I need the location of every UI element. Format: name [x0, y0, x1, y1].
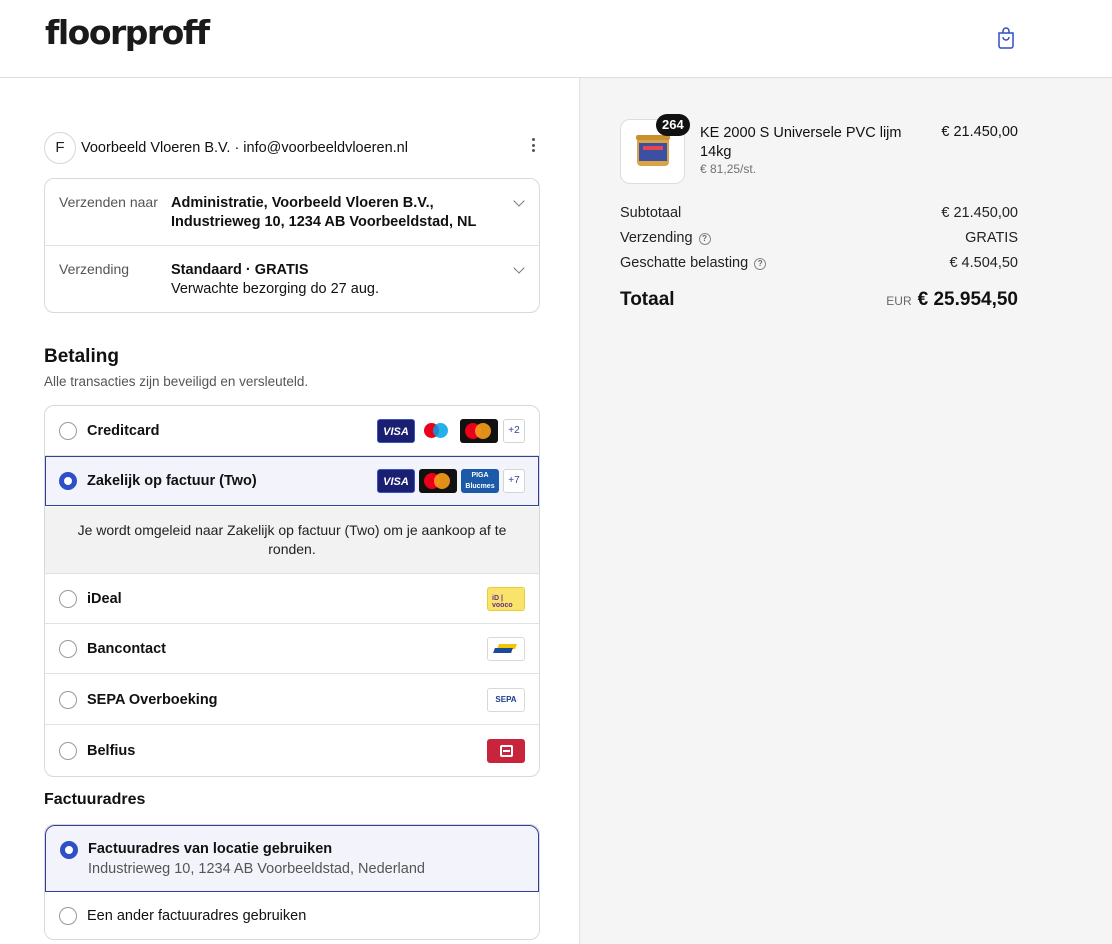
radio-button[interactable]: [59, 640, 77, 658]
payment-option-label: Bancontact: [87, 641, 166, 657]
redirect-notice: Je wordt omgeleid naar Zakelijk op factu…: [45, 507, 539, 574]
sepa-logo: SEPA: [487, 688, 525, 712]
payment-option-invoice[interactable]: Zakelijk op factuur (Two) VISA PIGA Bluc…: [45, 456, 539, 506]
payment-option-label: iDeal: [87, 591, 122, 607]
ship-to-label: Verzenden naar: [59, 194, 158, 210]
shipping-cost-value: GRATIS: [965, 230, 1018, 246]
tax-value: € 4.504,50: [949, 255, 1018, 271]
subtotal-row: Subtotaal € 21.450,00: [620, 205, 1018, 221]
shipping-method-line2: Verwachte bezorging do 27 aug.: [171, 281, 379, 297]
radio-button-selected[interactable]: [60, 841, 78, 859]
contact-row: F Voorbeeld Vloeren B.V. · info@voorbeel…: [44, 132, 540, 164]
total-label: Totaal: [620, 289, 675, 310]
total-currency: EUR: [886, 294, 912, 308]
billing-option-same-address[interactable]: Factuuradres van locatie gebruiken Indus…: [45, 825, 539, 892]
payment-options: Creditcard VISA +2 Zakelijk op factuur (…: [44, 405, 540, 777]
ship-to-line2: Industrieweg 10, 1234 AB Voorbeeldstad, …: [171, 214, 477, 230]
more-cards-badge: +7: [503, 469, 525, 493]
shipping-method-line1: Standaard · GRATIS: [171, 262, 309, 278]
total-value: € 25.954,50: [917, 289, 1018, 310]
header: floorproff: [0, 0, 1112, 78]
payment-title: Betaling: [44, 346, 119, 367]
product-name: KE 2000 S Universele PVC lijm 14kg: [700, 125, 902, 160]
billing-option-title: Factuuradres van locatie gebruiken: [88, 841, 333, 857]
visa-logo: VISA: [377, 469, 415, 493]
total-value-wrap: EUR € 25.954,50: [886, 289, 1018, 311]
tax-label: Geschatte belasting: [620, 255, 749, 271]
more-options-icon[interactable]: [532, 138, 536, 156]
tax-row: Geschatte belasting? € 4.504,50: [620, 255, 1018, 271]
total-row: Totaal EUR € 25.954,50: [620, 289, 1018, 311]
payment-option-label: Creditcard: [87, 423, 160, 439]
shipping-summary: Verzenden naar Administratie, Voorbeeld …: [44, 178, 540, 313]
subtotal-value: € 21.450,00: [941, 205, 1018, 221]
payment-option-creditcard[interactable]: Creditcard VISA +2: [45, 406, 539, 456]
maestro-logo: [418, 419, 456, 443]
radio-button[interactable]: [59, 422, 77, 440]
chevron-down-icon[interactable]: [513, 262, 525, 274]
subtotal-label: Subtotaal: [620, 205, 682, 221]
ship-to-line1: Administratie, Voorbeeld Vloeren B.V.,: [171, 195, 434, 211]
visa-logo: VISA: [377, 419, 415, 443]
help-icon[interactable]: ?: [754, 258, 767, 270]
billing-option-address: Industrieweg 10, 1234 AB Voorbeeldstad, …: [88, 861, 425, 877]
payment-option-bancontact[interactable]: Bancontact: [45, 624, 539, 674]
shipping-method-value: Standaard · GRATIS Verwachte bezorging d…: [171, 261, 379, 299]
payment-option-belfius[interactable]: Belfius: [45, 726, 539, 776]
billing-option-title: Een ander factuuradres gebruiken: [87, 908, 307, 924]
card-logos: VISA +2: [377, 419, 525, 443]
radio-button-selected[interactable]: [59, 472, 77, 490]
ideal-logo-text: iD | vooco: [492, 595, 513, 609]
bancontact-logo: [487, 637, 525, 661]
payment-subtitle: Alle transacties zijn beveiligd en versl…: [44, 374, 309, 389]
shipping-cost-row: Verzending? GRATIS: [620, 230, 1018, 246]
bijenkorf-card-logo: PIGA Blucmes: [461, 469, 499, 493]
card-logos: VISA PIGA Blucmes +7: [377, 469, 525, 493]
more-cards-badge: +2: [503, 419, 525, 443]
shopping-bag-icon[interactable]: [994, 26, 1018, 50]
billing-options: Factuuradres van locatie gebruiken Indus…: [44, 824, 540, 940]
billing-title: Factuuradres: [44, 791, 146, 808]
ship-to-address: Administratie, Voorbeeld Vloeren B.V., I…: [171, 194, 476, 232]
belfius-logo: [487, 739, 525, 763]
product-image: [636, 135, 670, 168]
product-unit-price: € 81,25/st.: [700, 162, 757, 176]
payment-option-label: SEPA Overboeking: [87, 692, 218, 708]
payment-option-label: Zakelijk op factuur (Two): [87, 473, 257, 489]
billing-option-other-address[interactable]: Een ander factuuradres gebruiken: [45, 892, 539, 939]
sepa-logo-text: SEPA: [495, 695, 517, 704]
chevron-down-icon[interactable]: [513, 195, 525, 207]
payment-option-sepa[interactable]: SEPA Overboeking SEPA: [45, 675, 539, 725]
shipping-cost-label: Verzending: [620, 230, 693, 246]
mastercard-logo: [419, 469, 457, 493]
radio-button[interactable]: [59, 742, 77, 760]
shipping-method-label: Verzending: [59, 261, 130, 277]
radio-button[interactable]: [59, 590, 77, 608]
product-price: € 21.450,00: [941, 124, 1018, 140]
payment-option-ideal[interactable]: iDeal iD | vooco: [45, 574, 539, 624]
floorproff-logo[interactable]: floorproff: [45, 13, 210, 52]
help-icon[interactable]: ?: [698, 233, 711, 245]
quantity-badge: 264: [656, 114, 690, 136]
ideal-logo: iD | vooco: [487, 587, 525, 611]
contact-info: Voorbeeld Vloeren B.V. · info@voorbeeldv…: [81, 140, 408, 156]
payment-option-label: Belfius: [87, 743, 136, 759]
radio-button[interactable]: [59, 691, 77, 709]
radio-button[interactable]: [59, 907, 77, 925]
mastercard-logo: [460, 419, 498, 443]
divider: [45, 245, 539, 246]
avatar: F: [44, 132, 76, 164]
